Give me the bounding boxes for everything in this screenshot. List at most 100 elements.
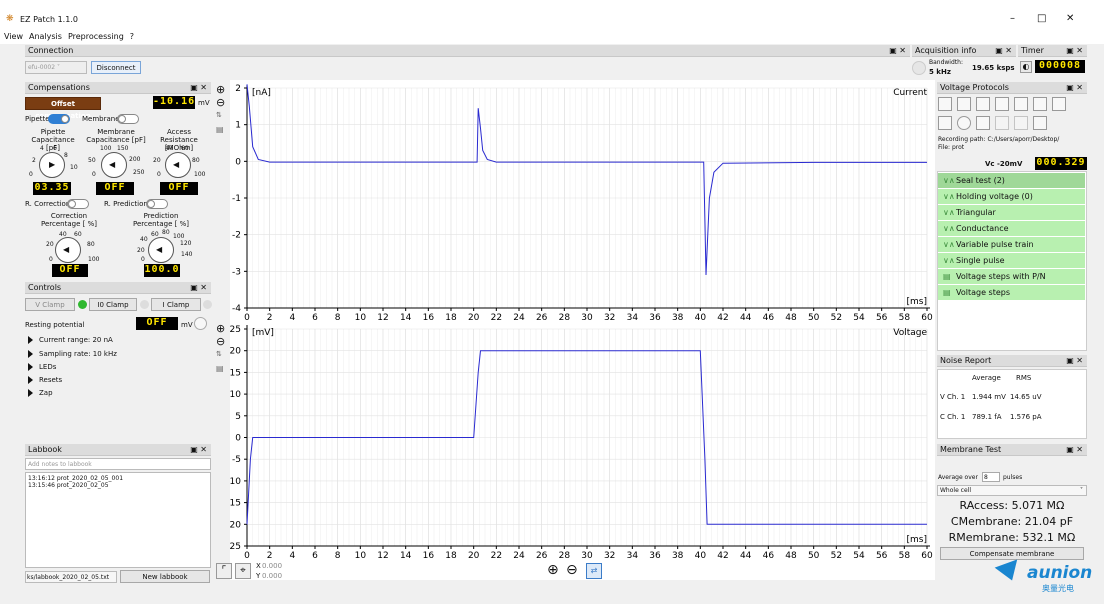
maximize-button[interactable]: □ <box>1037 13 1046 24</box>
average-over-spinbox[interactable]: 8 <box>982 472 1000 482</box>
auto-scale-icon[interactable]: ⇅ <box>216 111 222 119</box>
protocol-icon: ∨∧ <box>943 240 955 249</box>
dock-controls-icon[interactable]: ▣ ✕ <box>1066 45 1083 57</box>
x-zoom-out-icon[interactable]: ⊖ <box>566 562 578 578</box>
x-tick-label: 52 <box>831 551 842 561</box>
protocol-icon: ∨∧ <box>943 192 955 201</box>
copy-protocol-icon[interactable] <box>995 97 1009 111</box>
prediction-pct-knob[interactable]: ◀ <box>148 237 174 263</box>
folder-icon[interactable] <box>1052 97 1066 111</box>
compensate-membrane-button[interactable]: Compensate membrane <box>940 547 1084 560</box>
new-labbook-button[interactable]: New labbook <box>120 570 210 583</box>
r-prediction-toggle[interactable] <box>146 199 168 209</box>
device-select-value: efu-0002 <box>28 64 56 71</box>
protocol-item-conductance[interactable]: ∨∧ Conductance <box>938 221 1085 236</box>
cell-mode-select[interactable]: Whole cell ˅ <box>937 485 1087 496</box>
knob-tick: 50 <box>88 157 96 164</box>
protocol-item-triangular[interactable]: ∨∧ Triangular <box>938 205 1085 220</box>
correction-pct-knob[interactable]: ◀ <box>55 237 81 263</box>
labbook-path: ks/labbook_2020_02_05.txt <box>25 571 117 583</box>
timer-reset-icon[interactable]: ◐ <box>1020 61 1032 73</box>
prediction-pct-display: 100.0 <box>144 264 180 277</box>
tree-item-sampling-rate[interactable]: Sampling rate: 10 kHz <box>28 350 117 358</box>
dock-controls-icon[interactable]: ▣ ✕ <box>889 45 906 57</box>
dock-controls-icon[interactable]: ▣ ✕ <box>1066 355 1083 367</box>
zoom-out-icon[interactable]: ⊖ <box>216 96 225 109</box>
dock-controls-icon[interactable]: ▣ ✕ <box>995 45 1012 57</box>
labbook-entry[interactable]: 13:15:46 prot_2020_02_05 <box>28 482 208 489</box>
minimize-button[interactable]: – <box>1010 13 1015 24</box>
tree-item-zap[interactable]: Zap <box>28 389 53 397</box>
menu-view[interactable]: View <box>4 32 23 41</box>
r-correction-toggle[interactable] <box>67 199 89 209</box>
remove-protocol-icon[interactable] <box>957 97 971 111</box>
zoom-in-icon[interactable]: ⊕ <box>216 322 225 335</box>
protocol-item-single-pulse[interactable]: ∨∧ Single pulse <box>938 253 1085 268</box>
tree-item-current-range[interactable]: Current range: 20 nA <box>28 336 113 344</box>
labbook-input[interactable]: Add notes to labbook <box>25 458 211 470</box>
x-tick-label: 22 <box>491 551 502 561</box>
tree-item-resets[interactable]: Resets <box>28 376 62 384</box>
stop-icon[interactable] <box>976 116 990 130</box>
knob-tick: 100 <box>194 171 206 178</box>
loop-icon[interactable] <box>995 116 1009 130</box>
x-zoom-in-icon[interactable]: ⊕ <box>547 562 559 578</box>
dock-controls-icon[interactable]: ▣ ✕ <box>1066 444 1083 456</box>
zoom-in-icon[interactable]: ⊕ <box>216 83 225 96</box>
save-icon[interactable] <box>1014 116 1028 130</box>
record-icon[interactable] <box>957 116 971 130</box>
protocol-item-voltage-steps-pn[interactable]: ▤ Voltage steps with P/N <box>938 269 1085 284</box>
cursor-tool-icon[interactable]: ⌖ <box>235 563 251 579</box>
chevron-down-icon: ˅ <box>56 64 60 71</box>
resting-toggle-icon[interactable] <box>194 317 207 330</box>
zoom-out-icon[interactable]: ⊖ <box>216 335 225 348</box>
auto-scale-icon[interactable]: ⇅ <box>216 350 222 358</box>
tree-item-leds[interactable]: LEDs <box>28 363 56 371</box>
labbook-entry[interactable]: 13:16:12 prot_2020_02_05_001 <box>28 475 208 482</box>
x-tick-label: 16 <box>423 551 435 561</box>
pipette-cap-knob[interactable]: ▶ <box>39 152 65 178</box>
timer-display: 000008 <box>1035 60 1085 73</box>
export-protocol-icon[interactable] <box>1033 97 1047 111</box>
zero-clamp-button[interactable]: I0 Clamp <box>89 298 137 311</box>
x-tick-label: 26 <box>536 313 548 323</box>
device-select[interactable]: efu-0002 ˅ <box>25 61 87 74</box>
menu-help[interactable]: ? <box>130 32 134 41</box>
add-protocol-icon[interactable] <box>938 97 952 111</box>
cursor-x-value[interactable]: 0.000 <box>262 562 282 570</box>
offset-compensation-button[interactable]: Offset compensation <box>25 97 101 120</box>
x-tick-label: 40 <box>695 313 707 323</box>
settings-icon[interactable] <box>1033 116 1047 130</box>
play-icon[interactable] <box>938 116 952 130</box>
menu-analysis[interactable]: Analysis <box>29 32 62 41</box>
dock-controls-icon[interactable]: ▣ ✕ <box>1066 82 1083 94</box>
measure-icon[interactable]: ▤ <box>216 125 224 134</box>
x-tick-label: 10 <box>355 551 367 561</box>
edit-protocol-icon[interactable] <box>976 97 990 111</box>
protocol-item-seal-test[interactable]: ∨∧ Seal test (2) <box>938 173 1085 188</box>
i-clamp-button[interactable]: I Clamp <box>151 298 201 311</box>
close-button[interactable]: ✕ <box>1066 13 1074 24</box>
disconnect-button[interactable]: Disconnect <box>91 61 141 74</box>
protocol-item-voltage-steps[interactable]: ▤ Voltage steps <box>938 285 1085 300</box>
plots-area[interactable]: 210-1-2-3-42520151050-5-10-15-20-2502468… <box>230 80 935 580</box>
x-fit-icon[interactable]: ⇄ <box>586 563 602 579</box>
measure-icon[interactable]: ▤ <box>216 364 224 373</box>
protocol-item-holding-voltage[interactable]: ∨∧ Holding voltage (0) <box>938 189 1085 204</box>
pulses-label: pulses <box>1003 474 1023 481</box>
step-tool-icon[interactable]: ⌜ <box>216 563 232 579</box>
dock-controls-icon[interactable]: ▣ ✕ <box>190 282 207 294</box>
import-protocol-icon[interactable] <box>1014 97 1028 111</box>
access-res-knob[interactable]: ◀ <box>165 152 191 178</box>
membrane-toggle[interactable] <box>117 114 139 124</box>
controls-title: Controls <box>28 283 62 292</box>
membrane-cap-knob[interactable]: ◀ <box>101 152 127 178</box>
protocol-item-variable-pulse-train[interactable]: ∨∧ Variable pulse train <box>938 237 1085 252</box>
dock-controls-icon[interactable]: ▣ ✕ <box>190 444 207 456</box>
menu-preprocessing[interactable]: Preprocessing <box>68 32 124 41</box>
v-clamp-button[interactable]: V Clamp <box>25 298 75 311</box>
cursor-y-value[interactable]: 0.000 <box>262 572 282 580</box>
dock-controls-icon[interactable]: ▣ ✕ <box>190 82 207 94</box>
x-tick-label: 14 <box>400 313 412 323</box>
pipette-toggle[interactable] <box>48 114 70 124</box>
